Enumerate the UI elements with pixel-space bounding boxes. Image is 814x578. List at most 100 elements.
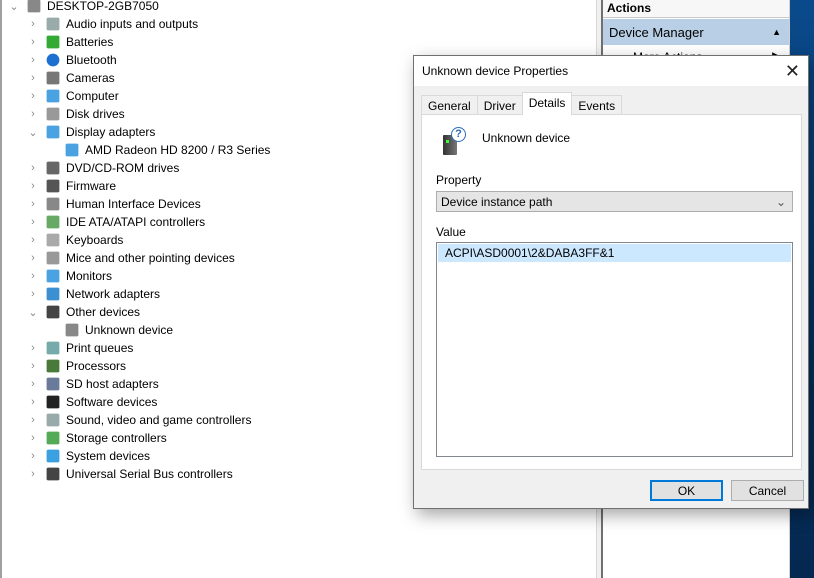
tree-item[interactable]: › Sound, video and game controllers	[27, 411, 251, 429]
chevron-right-icon[interactable]: ›	[27, 360, 39, 372]
chevron-right-icon[interactable]: ›	[27, 468, 39, 480]
chevron-right-icon[interactable]: ›	[27, 108, 39, 120]
tree-item-label: IDE ATA/ATAPI controllers	[66, 215, 206, 229]
chevron-right-icon[interactable]: ›	[27, 54, 39, 66]
tree-item[interactable]: ⌄ Display adapters	[27, 123, 155, 141]
tree-item[interactable]: › SD host adapters	[27, 375, 159, 393]
chevron-right-icon[interactable]: ›	[27, 342, 39, 354]
ok-button[interactable]: OK	[650, 480, 723, 501]
chevron-right-icon[interactable]: ›	[27, 270, 39, 282]
chevron-down-icon[interactable]: ⌄	[27, 126, 39, 139]
display-adapter-icon	[46, 125, 60, 139]
tree-item[interactable]: › Audio inputs and outputs	[27, 15, 198, 33]
chevron-right-icon[interactable]: ›	[27, 252, 39, 264]
keyboard-icon	[46, 233, 60, 247]
tree-item-label: Software devices	[66, 395, 158, 409]
tree-item[interactable]: › Bluetooth	[27, 51, 117, 69]
camera-icon	[46, 71, 60, 85]
tree-item[interactable]: › Firmware	[27, 177, 116, 195]
tree-item[interactable]: › Monitors	[27, 267, 112, 285]
dialog-title-bar: Unknown device Properties ✕	[414, 56, 808, 86]
chevron-right-icon[interactable]: ›	[27, 450, 39, 462]
tree-item-label: Unknown device	[85, 323, 174, 337]
tree-item[interactable]: › Computer	[27, 87, 119, 105]
chevron-right-icon[interactable]: ›	[27, 198, 39, 210]
chevron-right-icon[interactable]: ›	[27, 414, 39, 426]
usb-icon	[46, 467, 60, 481]
display-adapter-icon	[65, 143, 79, 157]
tree-item-label: DESKTOP-2GB7050	[47, 0, 159, 13]
tree-root[interactable]: ⌄ DESKTOP-2GB7050	[8, 0, 159, 15]
cancel-button[interactable]: Cancel	[731, 480, 804, 501]
hid-icon	[46, 197, 60, 211]
tree-item[interactable]: › System devices	[27, 447, 150, 465]
tree-item-label: DVD/CD-ROM drives	[66, 161, 180, 175]
tab-details[interactable]: Details	[521, 92, 573, 115]
tree-item-label: Cameras	[66, 71, 115, 85]
tree-item-label: Monitors	[66, 269, 113, 283]
tree-item-label: AMD Radeon HD 8200 / R3 Series	[85, 143, 271, 157]
tree-item-label: Computer	[66, 89, 119, 103]
chevron-right-icon[interactable]: ›	[27, 180, 39, 192]
tree-item[interactable]: ⌄ Other devices	[27, 303, 140, 321]
tree-item-label: SD host adapters	[66, 377, 159, 391]
tab-general[interactable]: General	[421, 95, 478, 115]
chevron-right-icon[interactable]: ›	[27, 234, 39, 246]
tree-item[interactable]: › IDE ATA/ATAPI controllers	[27, 213, 205, 231]
chevron-right-icon[interactable]: ›	[27, 432, 39, 444]
actions-section-label: Device Manager	[609, 24, 704, 40]
dialog-title: Unknown device Properties	[422, 64, 569, 78]
value-label: Value	[436, 225, 466, 239]
tree-item[interactable]: › Print queues	[27, 339, 133, 357]
tree-item-label: Disk drives	[66, 107, 125, 121]
value-list[interactable]: ACPI\ASD0001\2&DABA3FF&1	[436, 242, 793, 457]
processor-icon	[46, 359, 60, 373]
tree-item[interactable]: › Cameras	[27, 69, 115, 87]
details-panel: ? Unknown device Property Device instanc…	[421, 114, 802, 470]
value-item[interactable]: ACPI\ASD0001\2&DABA3FF&1	[438, 244, 791, 262]
tree-item[interactable]: › Universal Serial Bus controllers	[27, 465, 233, 483]
tree-item-label: Human Interface Devices	[66, 197, 201, 211]
tree-item-label: Other devices	[66, 305, 141, 319]
tree-child-item[interactable]: Unknown device	[64, 321, 173, 339]
chevron-down-icon[interactable]: ⌄	[27, 306, 39, 319]
collapse-arrow-icon: ▲	[772, 27, 781, 37]
chevron-down-icon[interactable]: ⌄	[8, 0, 20, 13]
property-dropdown[interactable]: Device instance path ⌄	[436, 191, 793, 212]
sd-icon	[46, 377, 60, 391]
chevron-right-icon[interactable]: ›	[27, 72, 39, 84]
tab-events[interactable]: Events	[571, 95, 623, 115]
chevron-right-icon[interactable]: ›	[27, 90, 39, 102]
actions-device-manager[interactable]: Device Manager ▲	[603, 19, 789, 45]
disk-drive-icon	[46, 107, 60, 121]
tree-item[interactable]: › Processors	[27, 357, 126, 375]
tree-item-label: Audio inputs and outputs	[66, 17, 199, 31]
chevron-right-icon[interactable]: ›	[27, 36, 39, 48]
tree-item[interactable]: › Storage controllers	[27, 429, 167, 447]
tree-child-item[interactable]: AMD Radeon HD 8200 / R3 Series	[64, 141, 270, 159]
tree-item[interactable]: › Network adapters	[27, 285, 160, 303]
tree-item[interactable]: › Keyboards	[27, 231, 123, 249]
tree-item[interactable]: › Disk drives	[27, 105, 125, 123]
tree-item[interactable]: › Software devices	[27, 393, 157, 411]
tree-item[interactable]: › Batteries	[27, 33, 113, 51]
close-icon[interactable]: ✕	[785, 61, 800, 82]
tree-item-label: Universal Serial Bus controllers	[66, 467, 233, 481]
tree-item[interactable]: › DVD/CD-ROM drives	[27, 159, 179, 177]
tree-item[interactable]: › Mice and other pointing devices	[27, 249, 235, 267]
tree-item-label: Batteries	[66, 35, 114, 49]
chevron-right-icon[interactable]: ›	[27, 162, 39, 174]
system-icon	[46, 449, 60, 463]
monitor-icon	[46, 89, 60, 103]
chevron-right-icon[interactable]: ›	[27, 216, 39, 228]
chevron-right-icon[interactable]: ›	[27, 396, 39, 408]
tree-item[interactable]: › Human Interface Devices	[27, 195, 201, 213]
speaker-icon	[46, 17, 60, 31]
tree-item-label: Bluetooth	[66, 53, 117, 67]
chevron-right-icon[interactable]: ›	[27, 378, 39, 390]
unknown-device-icon: ?	[441, 127, 467, 157]
tab-driver[interactable]: Driver	[476, 95, 523, 115]
chevron-right-icon[interactable]: ›	[27, 18, 39, 30]
chevron-right-icon[interactable]: ›	[27, 288, 39, 300]
tree-item-label: Network adapters	[66, 287, 161, 301]
